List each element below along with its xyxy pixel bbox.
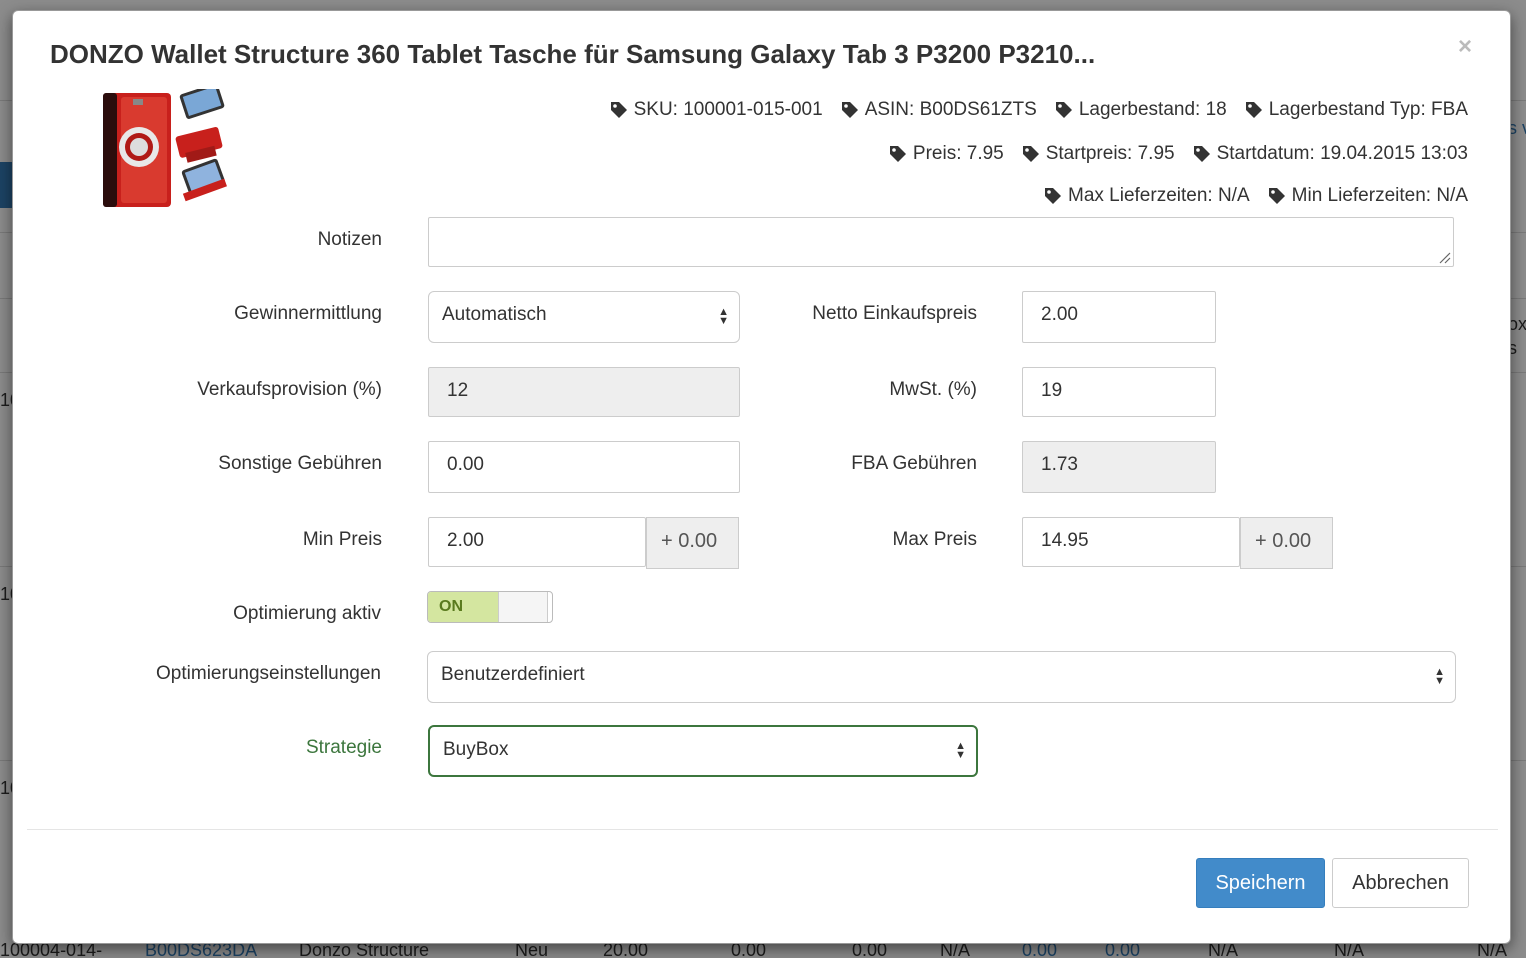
toggle-knob[interactable] xyxy=(498,592,548,622)
meta-asin: ASIN: B00DS61ZTS xyxy=(841,99,1037,121)
max-preis-addon: + 0.00 xyxy=(1240,517,1333,569)
meta-startdatum: Startdatum: 19.04.2015 13:03 xyxy=(1193,143,1468,165)
optimierung-toggle[interactable]: ON xyxy=(427,591,553,623)
cancel-button[interactable]: Abbrechen xyxy=(1332,858,1469,908)
meta-row-1: SKU: 100001-015-001 ASIN: B00DS61ZTS Lag… xyxy=(610,99,1468,121)
gewinnermittlung-label: Gewinnermittlung xyxy=(234,303,382,324)
modal-title: DONZO Wallet Structure 360 Tablet Tasche… xyxy=(50,39,1096,69)
optimierungseinstellungen-label: Optimierungseinstellungen xyxy=(156,663,381,684)
min-preis-addon: + 0.00 xyxy=(646,517,739,569)
edit-product-modal: DONZO Wallet Structure 360 Tablet Tasche… xyxy=(12,10,1511,944)
save-button[interactable]: Speichern xyxy=(1196,858,1325,908)
fba-gebuehren-label: FBA Gebühren xyxy=(851,453,977,474)
tag-icon xyxy=(1245,102,1262,118)
meta-preis: Preis: 7.95 xyxy=(889,143,1004,165)
max-preis-label: Max Preis xyxy=(892,529,977,550)
strategie-select[interactable]: BuyBox ▲ ▼ xyxy=(428,725,978,777)
max-preis-input[interactable]: 14.95 xyxy=(1022,517,1240,567)
meta-sku: SKU: 100001-015-001 xyxy=(610,99,823,121)
tag-icon xyxy=(1055,102,1072,118)
tag-icon xyxy=(1045,188,1061,204)
tag-icon xyxy=(841,102,858,118)
optimierungseinstellungen-select[interactable]: Benutzerdefiniert ▲ ▼ xyxy=(427,651,1456,703)
verkaufsprovision-input[interactable]: 12 xyxy=(428,367,740,417)
notizen-textarea[interactable] xyxy=(428,217,1454,267)
product-image xyxy=(103,89,227,207)
tag-icon xyxy=(610,102,627,118)
select-arrows-icon: ▲ ▼ xyxy=(1434,666,1445,687)
tag-icon xyxy=(1268,188,1285,204)
strategie-label: Strategie xyxy=(305,737,382,758)
meta-row-2: Preis: 7.95 Startpreis: 7.95 Startdatum:… xyxy=(889,143,1468,165)
min-preis-label: Min Preis xyxy=(302,529,382,550)
footer-divider xyxy=(27,829,1498,830)
meta-min-lieferzeiten: Min Lieferzeiten: N/A xyxy=(1268,185,1468,207)
close-icon[interactable]: × xyxy=(1458,33,1472,61)
gewinnermittlung-select[interactable]: Automatisch ▲ ▼ xyxy=(428,291,740,343)
optimierung-aktiv-label: Optimierung aktiv xyxy=(233,603,381,624)
min-preis-input[interactable]: 2.00 xyxy=(428,517,646,567)
fba-gebuehren-input[interactable]: 1.73 xyxy=(1022,441,1216,493)
select-arrows-icon: ▲ ▼ xyxy=(955,740,966,761)
meta-lagerbestand: Lagerbestand: 18 xyxy=(1055,99,1227,121)
netto-einkaufspreis-label: Netto Einkaufspreis xyxy=(812,303,977,324)
toggle-on-state: ON xyxy=(428,592,498,622)
meta-max-lieferzeiten: Max Lieferzeiten: N/A xyxy=(1044,185,1250,207)
sonstige-gebuehren-label: Sonstige Gebühren xyxy=(218,453,382,474)
verkaufsprovision-label: Verkaufsprovision (%) xyxy=(197,379,382,400)
select-arrows-icon: ▲ ▼ xyxy=(718,306,729,327)
sonstige-gebuehren-input[interactable]: 0.00 xyxy=(428,441,740,493)
resize-handle-icon[interactable] xyxy=(1437,250,1451,264)
meta-lagerbestand-typ: Lagerbestand Typ: FBA xyxy=(1245,99,1468,121)
meta-startpreis: Startpreis: 7.95 xyxy=(1022,143,1175,165)
netto-einkaufspreis-input[interactable]: 2.00 xyxy=(1022,291,1216,343)
tag-icon xyxy=(1193,146,1210,162)
mwst-input[interactable]: 19 xyxy=(1022,367,1216,417)
notizen-label: Notizen xyxy=(317,229,382,250)
mwst-label: MwSt. (%) xyxy=(889,379,977,400)
tag-icon xyxy=(1022,146,1039,162)
meta-row-3: Max Lieferzeiten: N/A Min Lieferzeiten: … xyxy=(1044,185,1468,207)
tag-icon xyxy=(889,146,906,162)
